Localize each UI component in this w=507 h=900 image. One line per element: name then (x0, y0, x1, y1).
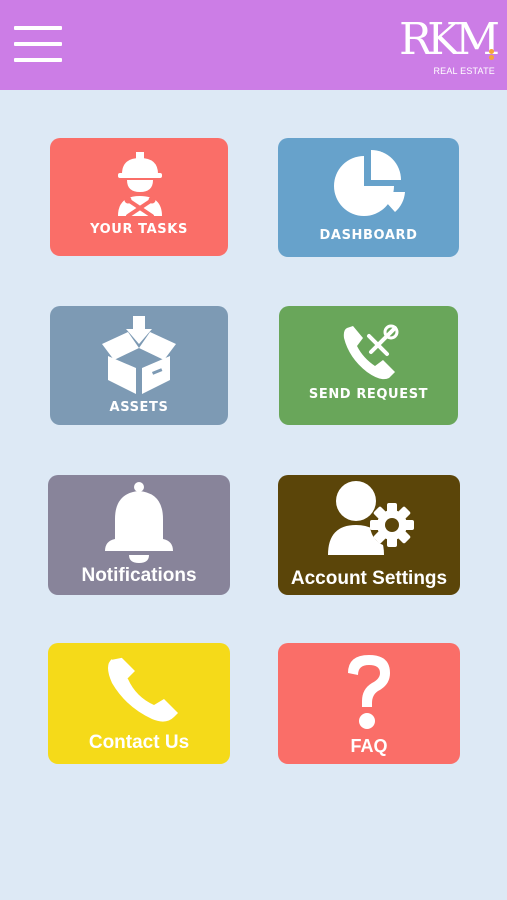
menu-bar (14, 42, 62, 46)
phone-icon (108, 656, 178, 722)
bell-icon (105, 482, 173, 563)
hamburger-menu-icon[interactable] (14, 26, 62, 64)
tile-label: Account Settings (290, 568, 448, 589)
logo-dots (489, 49, 495, 60)
tile-label: YOUR TASKS (90, 222, 188, 237)
contact-us-button[interactable]: Contact Us (48, 643, 230, 764)
notifications-button[interactable]: Notifications (48, 475, 230, 595)
menu-bar (14, 26, 62, 30)
menu-bar (14, 58, 62, 62)
tile-label: FAQ (350, 736, 388, 756)
assets-button[interactable]: ASSETS (50, 306, 228, 425)
tile-label: Contact Us (88, 732, 190, 753)
app-header: RKM REAL ESTATE (0, 0, 507, 90)
tile-label: Notifications (81, 565, 197, 586)
box-download-icon (102, 316, 176, 394)
dashboard-button[interactable]: DASHBOARD (278, 138, 459, 257)
tile-label: DASHBOARD (319, 228, 418, 243)
tile-label: SEND REQUEST (308, 387, 429, 402)
phone-tools-icon (343, 324, 399, 380)
account-settings-button[interactable]: Account Settings (278, 475, 460, 595)
question-mark-icon (348, 655, 390, 729)
logo-subtitle: REAL ESTATE (433, 66, 495, 76)
tile-label: ASSETS (109, 400, 169, 415)
your-tasks-button[interactable]: YOUR TASKS (50, 138, 228, 256)
worker-tools-icon (118, 152, 162, 218)
send-request-button[interactable]: SEND REQUEST (279, 306, 458, 425)
user-gear-icon (328, 481, 414, 555)
brand-logo: RKM REAL ESTATE (397, 14, 500, 78)
pie-chart-icon (334, 150, 405, 216)
logo-mark: RKM (398, 14, 500, 65)
faq-button[interactable]: FAQ (278, 643, 460, 764)
